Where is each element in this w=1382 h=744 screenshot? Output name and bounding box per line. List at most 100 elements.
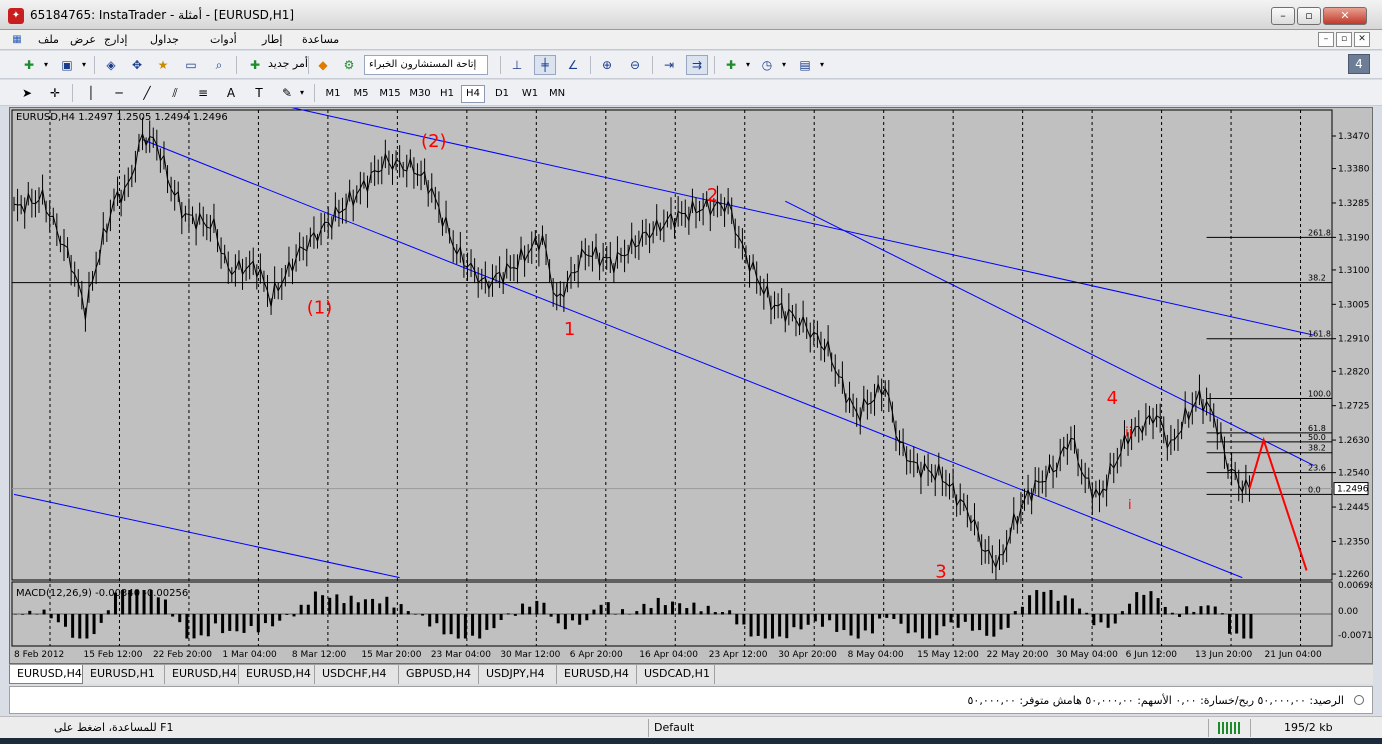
equidistant-channel-icon[interactable]: ⫽: [164, 83, 186, 103]
timeframe-h1[interactable]: H1: [436, 85, 458, 103]
menu-window[interactable]: إطار: [262, 33, 282, 46]
macd-bar: [1028, 595, 1032, 615]
new-order-button[interactable]: أمر جديد: [268, 55, 308, 75]
bar-chart-icon[interactable]: ⊥: [506, 55, 528, 75]
cursor-icon[interactable]: ➤: [16, 83, 38, 103]
arrows-icon[interactable]: ✎: [276, 83, 298, 103]
timeframe-m15[interactable]: M15: [376, 85, 404, 103]
new-chart-icon[interactable]: ✚: [18, 55, 40, 75]
mdi-restore-button[interactable]: ▫: [1336, 32, 1352, 47]
chart-window-icon[interactable]: ▦: [8, 31, 26, 49]
macd-bar: [621, 609, 625, 615]
menu-tools[interactable]: أدوات: [210, 33, 237, 46]
tab-5[interactable]: GBPUSD,H4: [399, 665, 479, 684]
market-watch-icon[interactable]: ◈: [100, 55, 122, 75]
crosshair-icon[interactable]: ✛: [44, 83, 66, 103]
macd-bar: [963, 614, 967, 622]
chart-shift-icon[interactable]: ⇥: [658, 55, 680, 75]
trendline: [291, 108, 1314, 336]
macd-bar: [535, 600, 539, 615]
chevron-down-icon[interactable]: ▾: [778, 55, 790, 75]
tab-1[interactable]: EURUSD,H1: [83, 665, 165, 684]
macd-bar: [1006, 614, 1010, 628]
trend-channels: [13, 108, 1314, 579]
tab-2[interactable]: EURUSD,H4: [165, 665, 239, 684]
horizontal-line-icon[interactable]: ─: [108, 83, 130, 103]
macd-bar: [528, 606, 532, 615]
macd-bar: [785, 614, 789, 639]
macd-bar: [578, 614, 582, 625]
menu-charts[interactable]: جداول: [150, 33, 179, 46]
timeframe-m5[interactable]: M5: [348, 85, 374, 103]
macd-info-line: MACD(12,26,9) -0.00340 -0.00256: [16, 588, 188, 599]
maximize-button[interactable]: ▫: [1297, 7, 1321, 25]
line-chart-icon[interactable]: ∠: [562, 55, 584, 75]
periods-clock-icon[interactable]: ◷: [756, 55, 778, 75]
chevron-down-icon[interactable]: ▾: [40, 55, 52, 75]
tab-6[interactable]: USDJPY,H4: [479, 665, 557, 684]
traffic-counter: 195/2 kb: [1284, 721, 1333, 734]
vertical-line-icon[interactable]: │: [80, 83, 102, 103]
timeframe-h4[interactable]: H4: [461, 85, 485, 103]
time-tick-label: 23 Apr 12:00: [709, 650, 768, 660]
fibonacci-icon[interactable]: ≡: [192, 83, 214, 103]
chevron-down-icon[interactable]: ▾: [296, 83, 308, 103]
experts-icon[interactable]: ⚙: [338, 55, 360, 75]
terminal-icon[interactable]: ▭: [180, 55, 202, 75]
price-chart[interactable]: 261.8 38.2 161.8 100.0 61.850.0 38.2 23.6 0.0 8…: [10, 108, 1372, 663]
fib-level-label: 38.2: [1308, 274, 1326, 283]
tab-4[interactable]: USDCHF,H4: [315, 665, 399, 684]
indicators-icon[interactable]: ✚: [720, 55, 742, 75]
timeframe-mn[interactable]: MN: [544, 85, 570, 103]
macd-bar: [842, 614, 846, 631]
metaeditor-icon[interactable]: ◆: [312, 55, 334, 75]
tab-8[interactable]: USDCAD,H1: [637, 665, 715, 684]
menu-view[interactable]: عرض: [70, 33, 96, 46]
timeframe-m30[interactable]: M30: [406, 85, 434, 103]
chevron-down-icon[interactable]: ▾: [78, 55, 90, 75]
new-order-icon[interactable]: ✚: [244, 55, 266, 75]
macd-bar: [278, 614, 282, 621]
notification-icon[interactable]: 4: [1348, 54, 1370, 74]
zoom-in-icon[interactable]: ⊕: [596, 55, 618, 75]
text-icon[interactable]: A: [220, 83, 242, 103]
time-tick-label: 6 Jun 12:00: [1126, 650, 1178, 660]
mdi-close-button[interactable]: ✕: [1354, 32, 1370, 47]
strategy-tester-icon[interactable]: ⌕: [208, 55, 230, 75]
chart-window[interactable]: 261.8 38.2 161.8 100.0 61.8 50.0 38.2 23.6 0.0 8…: [9, 107, 1373, 664]
chevron-down-icon[interactable]: ▾: [816, 55, 828, 75]
auto-trading-button[interactable]: إتاحة المستشارون الخبراء: [364, 55, 488, 75]
trendline-icon[interactable]: ╱: [136, 83, 158, 103]
navigator-icon[interactable]: ✥: [126, 55, 148, 75]
menu-insert[interactable]: إدارج: [104, 33, 127, 46]
timeframe-w1[interactable]: W1: [518, 85, 542, 103]
macd-histogram: [12, 590, 1332, 639]
macd-bar: [970, 614, 974, 631]
macd-bar: [892, 614, 896, 619]
mdi-minimize-button[interactable]: –: [1318, 32, 1334, 47]
autoscroll-icon[interactable]: ⇉: [686, 55, 708, 75]
timeframe-m1[interactable]: M1: [320, 85, 346, 103]
tab-3[interactable]: EURUSD,H4: [239, 665, 315, 684]
tab-0[interactable]: EURUSD,H4: [9, 665, 83, 684]
candlestick-icon[interactable]: ╪: [534, 55, 556, 75]
macd-bar: [392, 607, 396, 615]
menu-help[interactable]: مساعدة: [302, 33, 339, 46]
macd-bar: [221, 614, 225, 634]
zoom-out-icon[interactable]: ⊖: [624, 55, 646, 75]
tab-7[interactable]: EURUSD,H4: [557, 665, 637, 684]
menu-file[interactable]: ملف: [38, 33, 59, 46]
text-label-icon[interactable]: T: [248, 83, 270, 103]
templates-icon[interactable]: ▤: [794, 55, 816, 75]
profiles-icon[interactable]: ▣: [56, 55, 78, 75]
chevron-down-icon[interactable]: ▾: [742, 55, 754, 75]
macd-bar: [1199, 606, 1203, 615]
close-button[interactable]: ✕: [1323, 7, 1367, 25]
minimize-button[interactable]: –: [1271, 7, 1295, 25]
favorites-icon[interactable]: ★: [152, 55, 174, 75]
account-summary: الرصيد: ٥٠,٠٠٠,٠٠ ربح/خسارة: ٠,٠٠ الأسهم…: [967, 694, 1345, 707]
macd-bar: [585, 614, 589, 621]
terminal-panel: الرصيد: ٥٠,٠٠٠,٠٠ ربح/خسارة: ٠,٠٠ الأسهم…: [9, 686, 1373, 714]
timeframe-d1[interactable]: D1: [490, 85, 514, 103]
macd-bar: [899, 614, 903, 624]
